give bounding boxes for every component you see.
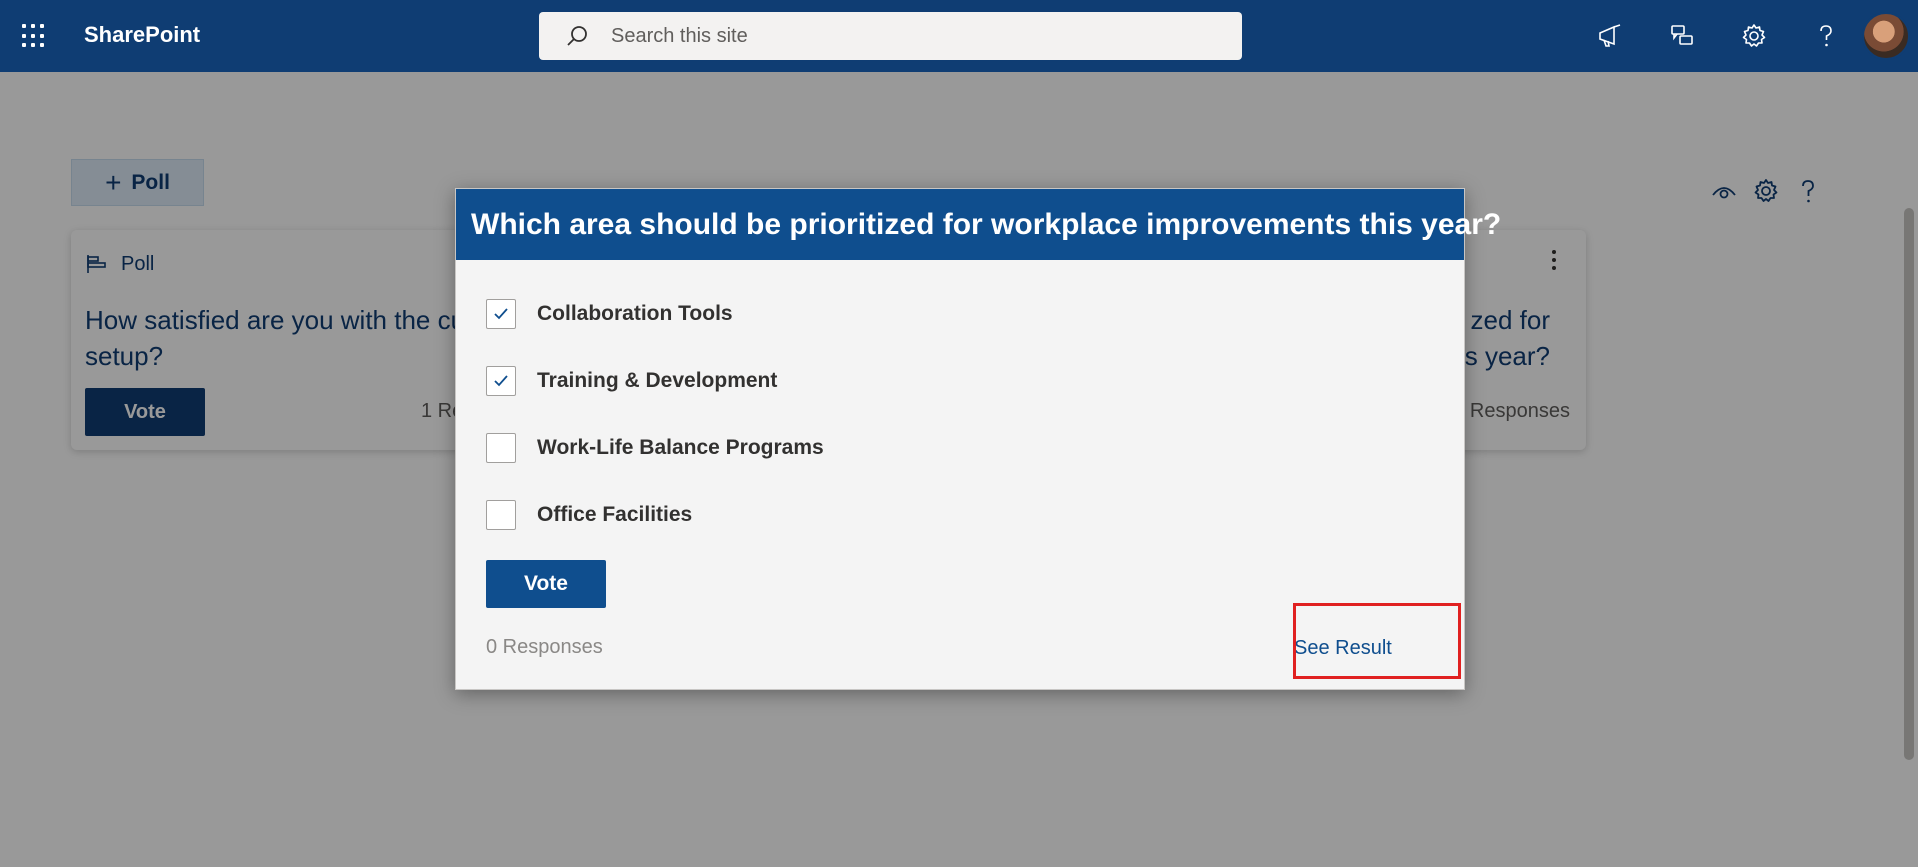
option-label: Office Facilities (537, 503, 693, 526)
option-work-life-balance[interactable]: Work-Life Balance Programs (486, 433, 824, 463)
help-icon[interactable] (1790, 0, 1862, 72)
search-placeholder: Search this site (611, 24, 748, 47)
highlight-box (1293, 603, 1461, 679)
checkmark-icon (494, 375, 508, 387)
response-count: 0 Responses (486, 636, 603, 658)
waffle-icon[interactable] (22, 24, 46, 48)
dialog-title: Which area should be prioritized for wor… (471, 207, 1502, 241)
search-box[interactable]: Search this site (539, 12, 1242, 60)
gear-icon[interactable] (1718, 0, 1790, 72)
option-training-development[interactable]: Training & Development (486, 366, 777, 396)
option-label: Collaboration Tools (537, 302, 733, 325)
checkbox[interactable] (486, 366, 516, 396)
option-office-facilities[interactable]: Office Facilities (486, 500, 692, 530)
suite-bar-actions (1574, 0, 1918, 72)
suite-bar: SharePoint Search this site (0, 0, 1918, 72)
checkbox[interactable] (486, 433, 516, 463)
avatar[interactable] (1862, 12, 1910, 60)
checkbox[interactable] (486, 500, 516, 530)
checkmark-icon (494, 308, 508, 320)
option-label: Training & Development (537, 369, 778, 392)
search-icon (567, 26, 587, 46)
app-name[interactable]: SharePoint (84, 22, 200, 48)
option-label: Work-Life Balance Programs (537, 436, 824, 459)
vote-button[interactable]: Vote (486, 560, 606, 608)
option-collaboration-tools[interactable]: Collaboration Tools (486, 299, 733, 329)
megaphone-icon[interactable] (1574, 0, 1646, 72)
feedback-icon[interactable] (1646, 0, 1718, 72)
checkbox[interactable] (486, 299, 516, 329)
dialog-header: Which area should be prioritized for wor… (456, 189, 1501, 260)
